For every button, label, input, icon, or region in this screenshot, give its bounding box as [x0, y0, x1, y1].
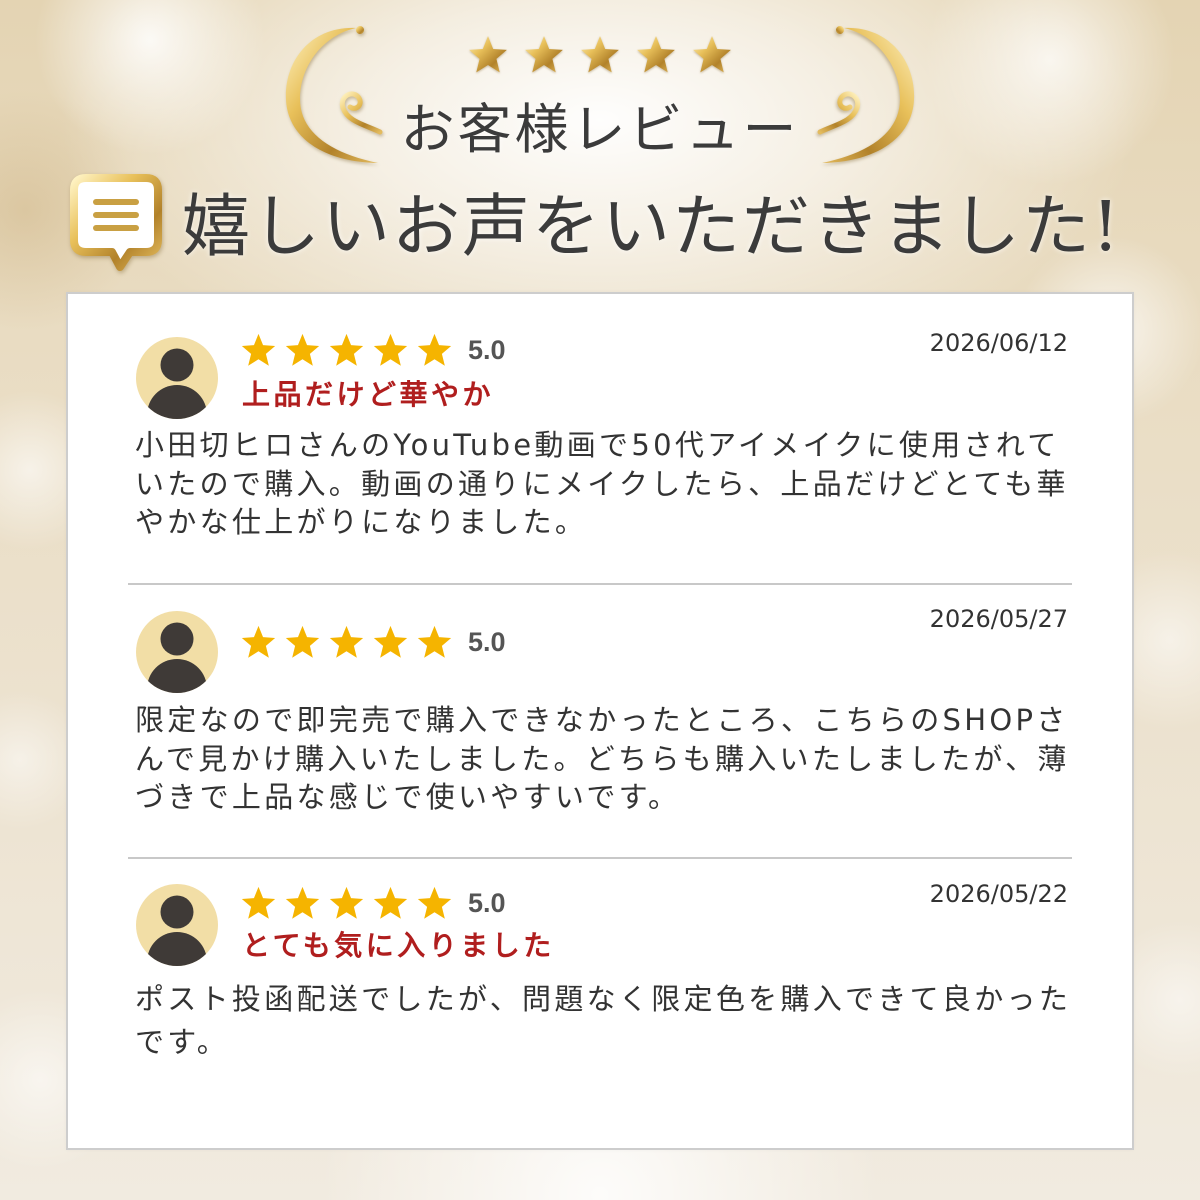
star-shape — [329, 886, 364, 919]
star-icon — [285, 625, 320, 658]
rating-score: 5.0 — [468, 627, 506, 657]
speech-bubble-icon — [68, 172, 164, 272]
review-title: 上品だけど華やか — [242, 378, 495, 411]
review-text-line: やかな仕上がりになりました。 — [135, 505, 588, 539]
star-icon — [417, 333, 452, 366]
rating-score: 5.0 — [468, 335, 506, 365]
review-banner: お客様レビュー 嬉しいお声をいただきました! 5.0 2026/06/12 上品… — [0, 0, 1200, 1200]
star-icon — [329, 625, 364, 658]
flourish-dot — [356, 26, 364, 34]
star-rating — [240, 624, 453, 661]
star-shape — [329, 625, 364, 658]
speech-bubble-graphic — [70, 174, 162, 271]
star-icon — [373, 333, 408, 366]
section-heading: お客様レビュー — [400, 98, 800, 161]
star-icon — [241, 886, 276, 919]
review-text: 限定なので即完売で購入できなかったところ、こちらのSHOPさ んで見かけ購入いたし… — [135, 701, 1070, 817]
avatar-body — [147, 385, 207, 419]
review-text-line: ポスト投函配送でしたが、問題なく限定色を購入できて良かった — [135, 982, 1072, 1016]
star-shape — [285, 333, 320, 366]
avatar-graphic — [147, 348, 207, 419]
rating-row: 5.0 — [240, 884, 506, 922]
star-shape — [285, 886, 320, 919]
star-icon — [581, 36, 619, 73]
avatar-body — [147, 932, 207, 966]
star-shape — [373, 625, 408, 658]
star-icon — [285, 333, 320, 366]
star-icon — [373, 625, 408, 658]
star-icon — [417, 625, 452, 658]
star-icon — [373, 886, 408, 919]
review-date: 2026/05/27 — [929, 605, 1068, 633]
review-text: 小田切ヒロさんのYouTube動画で50代アイメイクに使用されて いたので購入。動… — [135, 426, 1069, 542]
review-text-line: いたので購入。動画の通りにメイクしたら、上品だけどとても華 — [135, 466, 1069, 501]
star-shape — [241, 625, 276, 658]
star-shape — [329, 333, 364, 366]
star-icon — [525, 36, 563, 73]
star-shape — [241, 333, 276, 366]
user-avatar-icon — [136, 611, 218, 693]
review-title: とても気に入りました — [242, 929, 555, 962]
star-shape — [525, 36, 563, 73]
star-shape — [417, 333, 452, 366]
star-shape — [285, 625, 320, 658]
star-shape — [693, 36, 731, 73]
star-icon — [637, 36, 675, 73]
review-item: 5.0 2026/05/22 とても気に入りました ポスト投函配送でしたが、問題… — [68, 841, 1132, 1141]
avatar-graphic — [147, 622, 207, 693]
bubble-outline — [70, 174, 162, 271]
avatar-graphic — [147, 895, 207, 966]
star-icon — [693, 36, 731, 73]
avatar-head — [160, 622, 194, 656]
star-icon — [329, 333, 364, 366]
star-icon — [469, 36, 507, 73]
review-item: 5.0 2026/05/27 限定なので即完売で購入できなかったところ、こちらの… — [68, 568, 1132, 868]
star-icon — [417, 886, 452, 919]
star-shape — [241, 886, 276, 919]
star-icon — [241, 333, 276, 366]
rating-row: 5.0 — [240, 331, 506, 369]
star-shape — [373, 886, 408, 919]
star-icon — [241, 625, 276, 658]
review-text: ポスト投函配送でしたが、問題なく限定色を購入できて良かった です。 — [135, 978, 1071, 1064]
star-shape — [417, 886, 452, 919]
avatar-head — [160, 895, 194, 929]
star-shape — [581, 36, 619, 73]
review-date: 2026/06/12 — [929, 329, 1068, 357]
star-icon — [329, 886, 364, 919]
star-rating — [240, 885, 453, 922]
review-text-line: 小田切ヒロさんのYouTube動画で50代アイメイクに使用されて — [135, 428, 1060, 462]
flourish-dot — [836, 26, 844, 34]
avatar-body — [147, 659, 207, 693]
review-text-line: 限定なので即完売で購入できなかったところ、こちらのSHOPさ — [135, 703, 1069, 737]
rating-score: 5.0 — [468, 888, 506, 918]
avatar-head — [160, 348, 194, 382]
review-text-line: です。 — [135, 1025, 230, 1059]
review-text-line: づきで上品な感じで使いやすいです。 — [135, 780, 681, 814]
star-shape — [417, 625, 452, 658]
review-list: 5.0 2026/06/12 上品だけど華やか 小田切ヒロさんのYouTube動… — [66, 292, 1134, 1150]
star-icon — [285, 886, 320, 919]
user-avatar-icon — [136, 337, 218, 419]
star-rating — [240, 332, 453, 369]
user-avatar-icon — [136, 884, 218, 966]
rating-row: 5.0 — [240, 623, 506, 661]
star-shape — [637, 36, 675, 73]
star-shape — [373, 333, 408, 366]
review-item: 5.0 2026/06/12 上品だけど華やか 小田切ヒロさんのYouTube動… — [68, 294, 1132, 594]
review-text-line: んで見かけ購入いたしました。どちらも購入いたしましたが、薄 — [135, 741, 1070, 776]
review-date: 2026/05/22 — [929, 880, 1068, 908]
star-shape — [469, 36, 507, 73]
section-subheading: 嬉しいお声をいただきました! — [182, 188, 1122, 267]
header-star-rating — [467, 34, 733, 76]
